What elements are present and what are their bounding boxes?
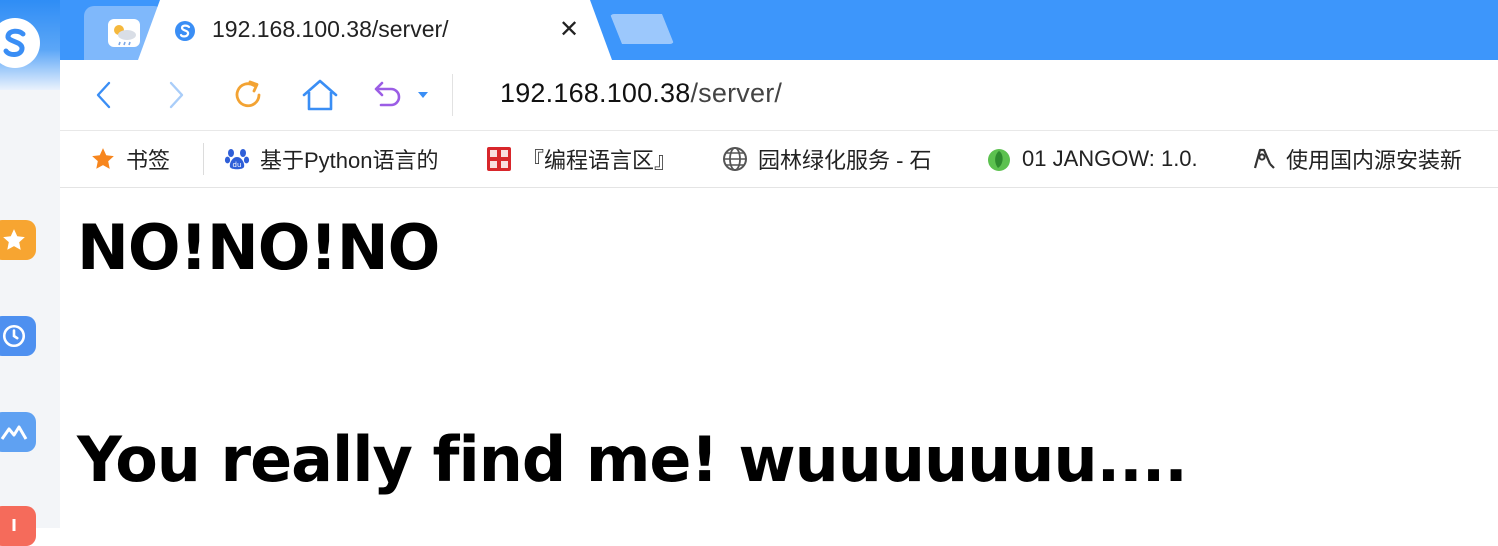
new-tab-button[interactable] [610, 14, 674, 44]
home-icon [302, 79, 338, 111]
bookmarks-label: 书签 [126, 148, 171, 173]
address-host: 192.168.100.38 [500, 78, 691, 108]
bookmark-label: 使用国内源安装新 [1286, 148, 1463, 173]
undo-dropdown-button[interactable] [412, 76, 434, 114]
forward-arrow-icon [169, 81, 184, 109]
bookmark-item-programming[interactable]: 『编程语言区』 [486, 131, 696, 187]
clock-icon [2, 324, 26, 348]
weather-icon [108, 19, 140, 47]
bookmark-item-install-source[interactable]: 使用国内源安装新 [1250, 131, 1488, 187]
navigation-bar: 192.168.100.38/server/ [60, 60, 1498, 131]
address-path: /server/ [690, 78, 783, 108]
pojie-seal-icon [486, 146, 512, 172]
bookmark-item-landscaping[interactable]: 园林绿化服务 - 石 [722, 131, 958, 187]
pen-tool-icon [1250, 146, 1276, 172]
undo-icon [374, 81, 401, 107]
tab-title: 192.168.100.38/server/ [212, 16, 449, 42]
star-icon [3, 229, 25, 250]
back-arrow-icon [96, 81, 111, 109]
sidebar-logo-area[interactable] [0, 0, 60, 90]
sogou-favicon-icon [174, 20, 196, 46]
app-icon [12, 519, 16, 531]
reload-button[interactable] [228, 76, 268, 114]
sidebar-favorites-button[interactable] [0, 220, 36, 260]
back-button[interactable] [84, 76, 124, 114]
left-sidebar [0, 0, 61, 546]
mountain-icon [0, 425, 28, 440]
bookmark-label: 基于Python语言的 [260, 148, 439, 173]
forward-button[interactable] [156, 76, 196, 114]
bookmark-label: 01 JANGOW: 1.0. [1022, 146, 1198, 171]
sidebar-history-button[interactable] [0, 316, 36, 356]
sidebar-app-button[interactable] [0, 506, 36, 546]
page-heading-primary: NO!NO!NO [77, 211, 440, 284]
green-leaf-icon [986, 146, 1012, 172]
globe-icon [722, 146, 748, 172]
caret-down-icon [418, 92, 428, 98]
page-content: NO!NO!NO You really find me! wuuuuuuu...… [60, 188, 1498, 528]
home-button[interactable] [300, 76, 340, 114]
bookmarks-divider [203, 143, 204, 175]
sidebar-mountain-button[interactable] [0, 412, 36, 452]
baidu-paw-icon: du [224, 146, 250, 172]
page-heading-secondary: You really find me! wuuuuuuu.... [77, 423, 1188, 496]
sogou-logo-icon [0, 18, 40, 68]
star-bookmark-icon [90, 146, 116, 172]
bookmark-item-jangow[interactable]: 01 JANGOW: 1.0. [986, 131, 1224, 187]
tab-active[interactable]: 192.168.100.38/server/ ✕ [138, 0, 612, 60]
reload-icon [235, 80, 261, 108]
tab-close-button[interactable]: ✕ [556, 14, 582, 44]
address-bar[interactable]: 192.168.100.38/server/ [500, 78, 782, 109]
bookmarks-menu-button[interactable]: 书签 [90, 131, 170, 187]
bookmarks-bar: 书签 du 基于Python语言的 『编程语言区』 园林绿化服务 - 石 01 … [60, 131, 1498, 188]
undo-close-button[interactable] [366, 76, 406, 114]
nav-divider [452, 74, 453, 116]
bookmark-label: 园林绿化服务 - 石 [758, 148, 932, 173]
bookmark-item-python[interactable]: du 基于Python语言的 [224, 131, 462, 187]
bookmark-label: 『编程语言区』 [522, 148, 677, 173]
svg-text:du: du [233, 161, 242, 169]
tab-strip: 192.168.100.38/server/ ✕ [60, 0, 1498, 60]
